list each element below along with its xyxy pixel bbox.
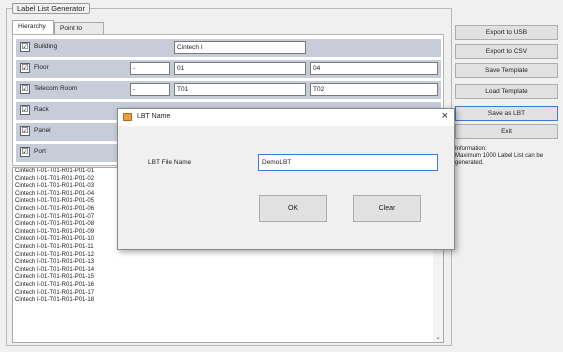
app-icon [123,113,132,121]
row-label: Panel [34,127,51,134]
export-usb-button[interactable]: Export to USB [455,25,558,40]
floor-prefix-input[interactable]: - [130,62,170,75]
row-label: Building [34,43,58,50]
checkbox-rack[interactable]: ☑ [20,105,30,115]
telecom-prefix-input[interactable]: - [130,83,170,96]
save-lbt-button[interactable]: Save as LBT [455,106,558,121]
floor-to-input[interactable]: 04 [310,62,438,75]
tab-point-to-point[interactable]: Point to Point [54,22,104,43]
save-template-button[interactable]: Save Template [455,63,558,78]
list-item[interactable]: Cintech I-01-T01-R01-P01-16 [13,282,443,290]
lbt-file-name-input[interactable]: DemoLBT [258,154,438,171]
lbt-name-dialog: LBT Name × LBT File Name DemoLBT OK Clea… [117,108,455,250]
info-panel: Information: Maximum 1000 Label List can… [455,146,560,166]
list-item[interactable]: Cintech I-01-T01-R01-P01-13 [13,259,443,267]
checkbox-port[interactable]: ☑ [20,147,30,157]
list-item[interactable]: Cintech I-01-T01-R01-P01-18 [13,297,443,305]
row-floor: ☑ Floor - 01 04 [16,60,441,78]
list-item[interactable]: Cintech I-01-T01-R01-P01-14 [13,267,443,275]
group-title: Label List Generator [12,3,90,14]
close-icon[interactable]: × [442,110,448,122]
list-item[interactable]: Cintech I-01-T01-R01-P01-15 [13,274,443,282]
info-heading: Information: [455,146,487,152]
dialog-title: LBT Name [137,113,171,120]
chevron-down-icon[interactable]: ⌄ [435,333,441,341]
row-telecom-room: ☑ Telecom Room - T01 T02 [16,81,441,99]
lbt-file-name-label: LBT File Name [148,159,192,166]
load-template-button[interactable]: Load Template [455,84,558,99]
row-label: Telecom Room [34,85,78,92]
list-item[interactable]: Cintech I-01-T01-R01-P01-17 [13,290,443,298]
floor-from-input[interactable]: 01 [174,62,306,75]
checkbox-building[interactable]: ☑ [20,42,30,52]
exit-button[interactable]: Exit [455,124,558,139]
ok-button[interactable]: OK [259,195,327,222]
dialog-titlebar: LBT Name × [118,109,454,126]
tab-hierarchy[interactable]: Hierarchy [12,20,54,34]
row-label: Rack [34,106,49,113]
row-building: ☑ Building Cintech I [16,39,441,57]
row-label: Floor [34,64,49,71]
info-text: Maximum 1000 Label List can be generated… [455,152,544,166]
telecom-to-input[interactable]: T02 [310,83,438,96]
checkbox-floor[interactable]: ☑ [20,63,30,73]
clear-button[interactable]: Clear [353,195,421,222]
list-item[interactable]: Cintech I-01-T01-R01-P01-12 [13,252,443,260]
export-csv-button[interactable]: Export to CSV [455,44,558,59]
checkbox-panel[interactable]: ☑ [20,126,30,136]
building-from-input[interactable]: Cintech I [174,41,306,54]
row-label: Port [34,148,46,155]
checkbox-telecom-room[interactable]: ☑ [20,84,30,94]
telecom-from-input[interactable]: T01 [174,83,306,96]
